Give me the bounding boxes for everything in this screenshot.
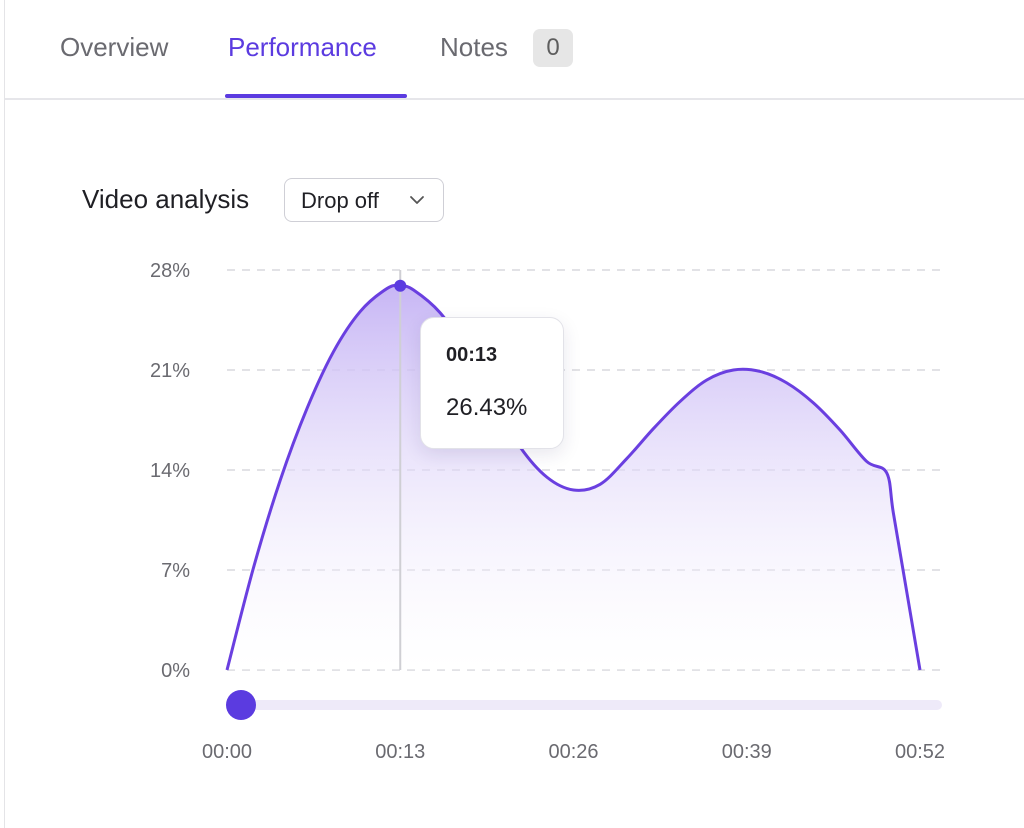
area-fill — [227, 285, 920, 670]
x-tick-label: 00:13 — [375, 741, 425, 763]
y-tick-label: 0% — [161, 660, 190, 682]
y-tick-label: 7% — [161, 560, 190, 582]
x-tick-label: 00:26 — [548, 741, 598, 763]
x-axis: 00:00 00:13 00:26 00:39 00:52 — [202, 741, 945, 763]
tooltip-time: 00:13 — [446, 344, 498, 366]
scrubber-handle[interactable] — [226, 690, 256, 720]
x-tick-label: 00:00 — [202, 741, 252, 763]
y-tick-label: 21% — [150, 360, 190, 382]
scrubber-track[interactable] — [227, 700, 942, 710]
x-tick-label: 00:52 — [895, 741, 945, 763]
x-tick-label: 00:39 — [722, 741, 772, 763]
y-tick-label: 28% — [150, 260, 190, 282]
y-tick-label: 14% — [150, 460, 190, 482]
y-axis: 0% 7% 14% 21% 28% — [150, 260, 190, 682]
chart-tooltip: 00:13 26.43% — [420, 317, 564, 449]
tooltip-value: 26.43% — [446, 394, 528, 421]
highlight-point — [394, 279, 407, 292]
